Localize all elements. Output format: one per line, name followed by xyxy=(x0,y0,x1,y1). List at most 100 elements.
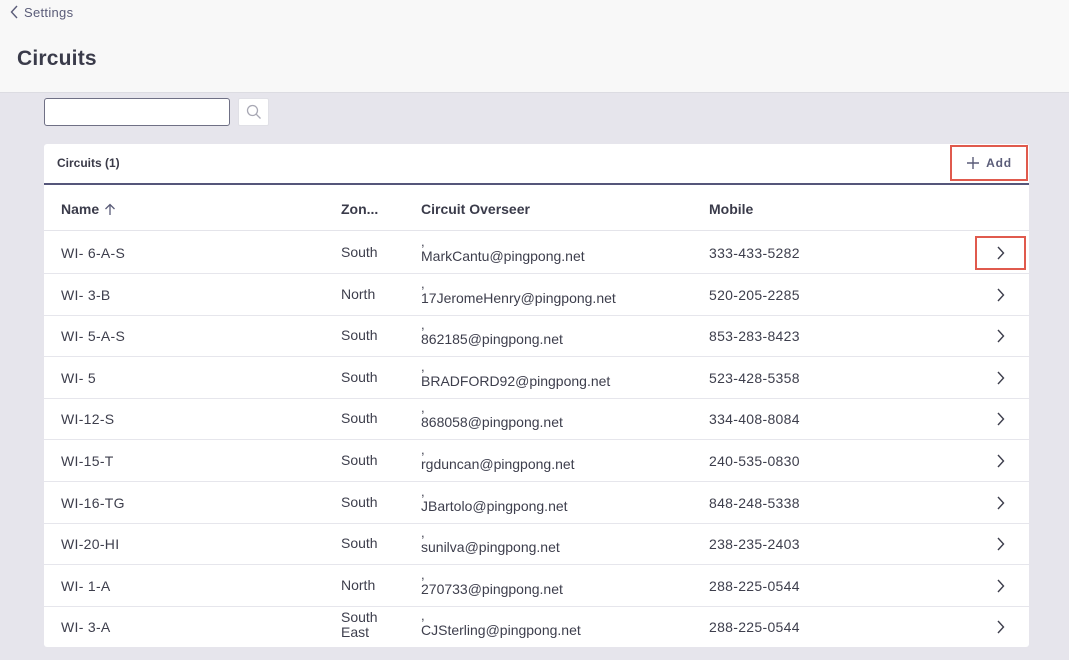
overseer-email: BRADFORD92@pingpong.net xyxy=(421,373,611,389)
table-row[interactable]: WI- 1-A North , 270733@pingpong.net 288-225-… xyxy=(44,565,1029,607)
circuit-mobile: 288-225-0544 xyxy=(709,619,800,635)
circuit-zone: South xyxy=(341,244,378,260)
circuit-zone: South xyxy=(341,369,378,385)
search-input[interactable] xyxy=(44,98,230,126)
overseer-email: MarkCantu@pingpong.net xyxy=(421,248,585,264)
circuit-overseer: , 862185@pingpong.net xyxy=(421,318,563,346)
overseer-name: , xyxy=(421,525,425,540)
chevron-right-icon xyxy=(996,246,1004,260)
overseer-name: , xyxy=(421,442,425,457)
circuit-overseer: , sunilva@pingpong.net xyxy=(421,526,560,554)
circuit-name: WI- 3-B xyxy=(61,287,111,303)
circuit-name: WI- 5-A-S xyxy=(61,328,126,344)
circuit-mobile: 240-535-0830 xyxy=(709,453,800,469)
circuit-overseer: , CJSterling@pingpong.net xyxy=(421,609,581,637)
row-open-button[interactable] xyxy=(975,569,1026,603)
circuit-name: WI- 6-A-S xyxy=(61,245,126,261)
circuit-name: WI- 3-A xyxy=(61,619,111,635)
overseer-email: 868058@pingpong.net xyxy=(421,414,563,430)
circuit-overseer: , 868058@pingpong.net xyxy=(421,401,563,429)
circuit-overseer: , 270733@pingpong.net xyxy=(421,568,563,596)
card-header: Circuits (1) Add xyxy=(44,144,1029,185)
search-icon xyxy=(246,104,261,119)
chevron-right-icon xyxy=(996,496,1004,510)
chevron-right-icon xyxy=(996,329,1004,343)
circuit-name: WI- 1-A xyxy=(61,578,111,594)
table-row[interactable]: WI- 3-A South East, CJSterling@pingpong.net… xyxy=(44,606,1029,647)
table-header: Name Zon... Circuit Overseer Mobile xyxy=(44,187,1029,231)
overseer-name: , xyxy=(421,317,425,332)
circuit-mobile: 288-225-0544 xyxy=(709,578,800,594)
row-open-button[interactable] xyxy=(975,527,1026,561)
overseer-name: , xyxy=(421,234,425,249)
row-open-button[interactable] xyxy=(975,319,1026,353)
overseer-email: 862185@pingpong.net xyxy=(421,331,563,347)
circuit-mobile: 848-248-5338 xyxy=(709,495,800,511)
chevron-left-icon xyxy=(10,5,18,19)
search-button[interactable] xyxy=(238,98,269,126)
chevron-right-icon xyxy=(996,579,1004,593)
overseer-name: , xyxy=(421,484,425,499)
circuit-name: WI-15-T xyxy=(61,453,114,469)
circuit-overseer: , MarkCantu@pingpong.net xyxy=(421,235,585,263)
circuit-mobile: 333-433-5282 xyxy=(709,245,800,261)
back-link[interactable]: Settings xyxy=(10,3,73,21)
circuit-zone: South xyxy=(341,410,378,426)
column-header-name-label: Name xyxy=(61,201,100,217)
column-header-zone[interactable]: Zon... xyxy=(341,201,378,217)
circuit-mobile: 238-235-2403 xyxy=(709,536,800,552)
chevron-right-icon xyxy=(996,454,1004,468)
table-row[interactable]: WI- 3-B North, 17JeromeHenry@pingpong.net 5… xyxy=(44,274,1029,316)
overseer-email: CJSterling@pingpong.net xyxy=(421,622,581,638)
row-open-button[interactable] xyxy=(975,236,1026,270)
overseer-name: , xyxy=(421,608,425,623)
circuit-zone: North xyxy=(341,286,376,302)
column-header-mobile[interactable]: Mobile xyxy=(709,201,753,217)
table-row[interactable]: WI- 6-A-S South, MarkCantu@pingpong.net 333… xyxy=(44,232,1029,274)
table-row[interactable]: WI-12-S South, 868058@pingpong.net 334-408-… xyxy=(44,398,1029,440)
table-row[interactable]: WI- 5 South, BRADFORD92@pingpong.net 523-42… xyxy=(44,357,1029,399)
chevron-right-icon xyxy=(996,288,1004,302)
page-title: Circuits xyxy=(17,47,97,70)
circuit-overseer: , 17JeromeHenry@pingpong.net xyxy=(421,277,616,305)
overseer-email: 17JeromeHenry@pingpong.net xyxy=(421,290,616,306)
circuit-mobile: 520-205-2285 xyxy=(709,287,800,303)
circuit-zone: South xyxy=(341,535,378,551)
chevron-right-icon xyxy=(996,371,1004,385)
circuit-name: WI- 5 xyxy=(61,370,96,386)
circuit-zone: South xyxy=(341,494,378,510)
table-row[interactable]: WI-20-HI South, sunilva@pingpong.net 238-23… xyxy=(44,523,1029,565)
row-open-button[interactable] xyxy=(975,278,1026,312)
column-header-overseer[interactable]: Circuit Overseer xyxy=(421,201,530,217)
row-open-button[interactable] xyxy=(975,444,1026,478)
overseer-email: 270733@pingpong.net xyxy=(421,581,563,597)
add-button-label: Add xyxy=(986,156,1012,170)
circuit-name: WI-12-S xyxy=(61,411,115,427)
row-open-button[interactable] xyxy=(975,361,1026,395)
plus-icon xyxy=(967,157,980,169)
circuit-overseer: , BRADFORD92@pingpong.net xyxy=(421,360,610,388)
overseer-name: , xyxy=(421,276,425,291)
row-open-button[interactable] xyxy=(975,610,1026,644)
card-title: Circuits (1) xyxy=(57,156,120,170)
back-link-label: Settings xyxy=(24,4,74,20)
chevron-right-icon xyxy=(996,620,1004,634)
overseer-email: JBartolo@pingpong.net xyxy=(421,498,568,514)
arrow-up-icon xyxy=(105,203,116,215)
circuit-zone: North xyxy=(341,577,376,593)
overseer-name: , xyxy=(421,400,425,415)
table-row[interactable]: WI- 5-A-S South, 862185@pingpong.net 853-28… xyxy=(44,315,1029,357)
row-open-button[interactable] xyxy=(975,402,1026,436)
column-header-name[interactable]: Name xyxy=(61,201,116,217)
circuit-zone-line: East xyxy=(341,624,370,640)
circuit-overseer: , JBartolo@pingpong.net xyxy=(421,485,568,513)
circuit-zone-line: South xyxy=(341,609,378,625)
overseer-email: sunilva@pingpong.net xyxy=(421,539,560,555)
table-row[interactable]: WI-15-T South, rgduncan@pingpong.net 240-53… xyxy=(44,440,1029,482)
add-button[interactable]: Add xyxy=(950,145,1028,181)
circuits-card: Circuits (1) Add Name Zon... Circuit Ove… xyxy=(44,144,1029,647)
overseer-name: , xyxy=(421,359,425,374)
chevron-right-icon xyxy=(996,412,1004,426)
row-open-button[interactable] xyxy=(975,486,1026,520)
table-row[interactable]: WI-16-TG South, JBartolo@pingpong.net 848-2… xyxy=(44,482,1029,524)
